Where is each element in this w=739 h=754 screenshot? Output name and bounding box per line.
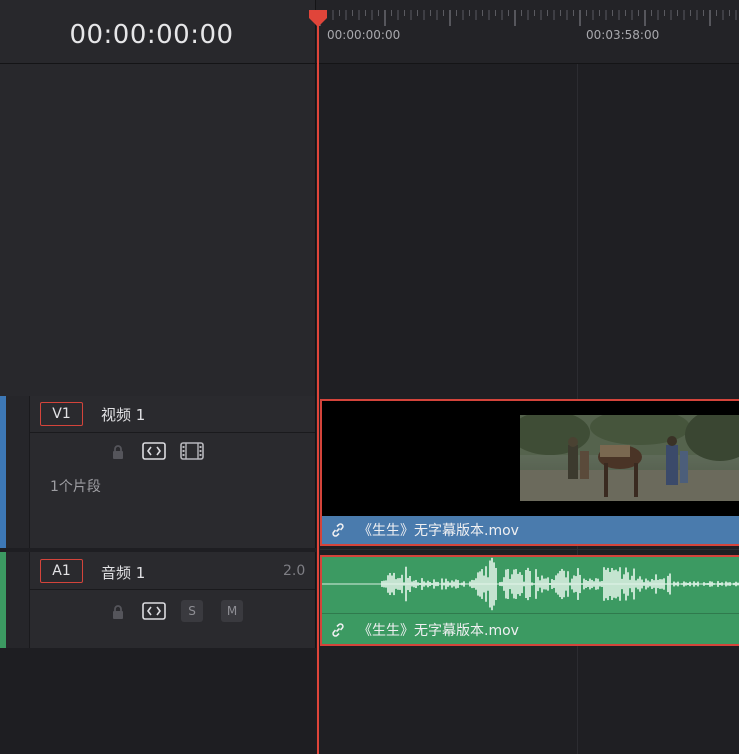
lock-icon[interactable]: [106, 602, 130, 622]
mute-button[interactable]: M: [221, 600, 243, 622]
link-icon: [330, 621, 348, 639]
timecode-panel: 00:00:00:00: [0, 0, 316, 64]
track-header-divider: [30, 589, 315, 590]
video-clip-name: 《生生》无字幕版本.mov: [358, 523, 519, 539]
auto-select-icon[interactable]: [142, 601, 166, 621]
link-icon: [330, 521, 348, 539]
video-thumbnail: [520, 415, 739, 501]
track-header-divider: [30, 432, 315, 433]
playhead-line[interactable]: [317, 12, 319, 754]
video-track-header[interactable]: V1 视频 1 1个片段: [0, 396, 316, 548]
video-clip-label-bar: 《生生》无字幕版本.mov: [322, 516, 739, 544]
audio-channel-format: 2.0: [283, 563, 306, 579]
solo-button[interactable]: S: [181, 600, 203, 622]
auto-select-icon[interactable]: [142, 441, 166, 461]
ruler-label-start: 00:00:00:00: [327, 28, 401, 42]
track-id-a1[interactable]: A1: [40, 559, 83, 583]
track-header-gutter: [6, 552, 30, 648]
track-header-gutter: [6, 396, 30, 548]
track-id-v1[interactable]: V1: [40, 402, 83, 426]
waveform-divider: [322, 613, 739, 614]
audio-clip-name: 《生生》无字幕版本.mov: [358, 623, 519, 639]
clip-count: 1个片段: [50, 479, 101, 495]
playhead-handle[interactable]: [307, 8, 329, 28]
audio-track-header[interactable]: A1 音频 1 2.0 S M: [0, 552, 316, 648]
audio-clip[interactable]: 《生生》无字幕版本.mov: [320, 555, 739, 646]
track-name-audio[interactable]: 音频 1: [101, 562, 145, 583]
film-strip-icon[interactable]: [180, 441, 204, 461]
current-timecode[interactable]: 00:00:00:00: [69, 20, 233, 50]
ruler-label-mid: 00:03:58:00: [586, 28, 660, 42]
track-name-video[interactable]: 视频 1: [101, 404, 145, 425]
track-separator: [320, 549, 739, 550]
track-header-empty-area: [0, 64, 316, 396]
audio-clip-label-bar: 《生生》无字幕版本.mov: [322, 616, 739, 644]
video-clip[interactable]: 《生生》无字幕版本.mov: [320, 399, 739, 546]
timeline-ruler[interactable]: 00:00:00:00 00:03:58:00: [316, 0, 739, 64]
lock-icon[interactable]: [106, 442, 130, 462]
audio-waveform: [322, 557, 739, 611]
